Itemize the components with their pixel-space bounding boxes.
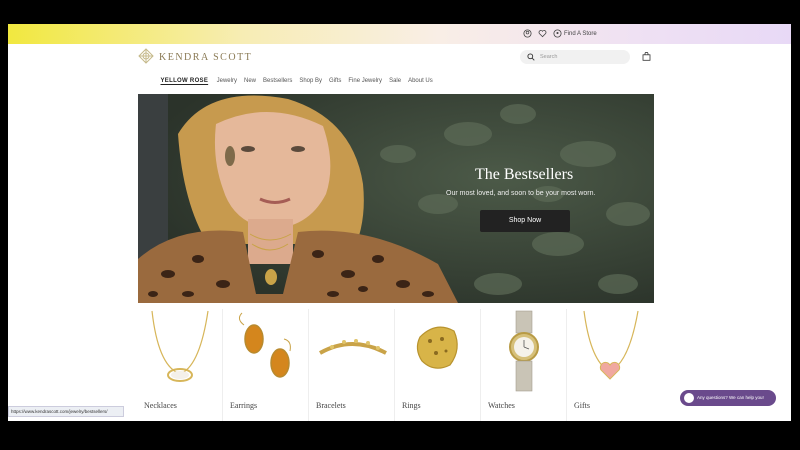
category-label: Rings <box>402 401 421 410</box>
category-label: Watches <box>488 401 515 410</box>
promo-top-bar: Find A Store <box>8 24 791 44</box>
location-pin-icon[interactable] <box>553 29 562 38</box>
category-label: Earrings <box>230 401 258 410</box>
ring-image <box>416 326 458 369</box>
main-nav: YELLOW ROSE Jewelry New Bestsellers Shop… <box>157 76 436 86</box>
browser-viewport: Find A Store KENDRA SCOTT Search YELLOW … <box>8 24 791 421</box>
shop-now-button[interactable]: Shop Now <box>480 210 570 232</box>
brand-logo-text[interactable]: KENDRA SCOTT <box>159 52 252 63</box>
chat-icon <box>684 393 694 403</box>
nav-item-gifts[interactable]: Gifts <box>326 76 345 86</box>
gift-necklace-image <box>583 310 639 380</box>
heart-icon[interactable] <box>538 29 547 38</box>
shopping-bag-icon[interactable] <box>642 52 651 61</box>
category-label: Gifts <box>574 401 590 410</box>
nav-item-yellow-rose[interactable]: YELLOW ROSE <box>157 76 213 86</box>
nav-item-shop-by[interactable]: Shop By <box>296 76 326 86</box>
nav-item-about-us[interactable]: About Us <box>405 76 437 86</box>
category-label: Bracelets <box>316 401 346 410</box>
search-input[interactable]: Search <box>520 50 630 64</box>
category-tile-gifts[interactable]: Gifts <box>568 309 652 421</box>
hero-image <box>138 94 654 303</box>
category-tiles: Necklaces Earrings Bracelets Rings Watch… <box>138 309 654 421</box>
category-tile-bracelets[interactable]: Bracelets <box>310 309 395 421</box>
hero-banner[interactable] <box>138 94 654 303</box>
necklace-image <box>151 310 209 382</box>
chat-widget-button[interactable]: Any questions? We can help you! <box>680 390 776 406</box>
nav-item-sale[interactable]: Sale <box>386 76 405 86</box>
nav-item-bestsellers[interactable]: Bestsellers <box>260 76 296 86</box>
search-icon <box>527 53 535 61</box>
hero-title: The Bestsellers <box>475 166 574 183</box>
kendra-scott-logo-icon[interactable] <box>138 48 154 64</box>
category-tile-rings[interactable]: Rings <box>396 309 481 421</box>
category-tile-earrings[interactable]: Earrings <box>224 309 309 421</box>
chat-widget-text: Any questions? We can help you! <box>697 395 764 400</box>
earrings-image <box>238 312 291 378</box>
nav-item-fine-jewelry[interactable]: Fine Jewelry <box>345 76 386 86</box>
watch-image <box>509 310 539 392</box>
nav-item-jewelry[interactable]: Jewelry <box>213 76 240 86</box>
category-tile-necklaces[interactable]: Necklaces <box>138 309 223 421</box>
bracelet-image <box>319 339 387 355</box>
find-store-link[interactable]: Find A Store <box>564 29 597 39</box>
account-icon[interactable] <box>523 29 532 38</box>
category-tile-watches[interactable]: Watches <box>482 309 567 421</box>
nav-item-new[interactable]: New <box>240 76 259 86</box>
hero-subtitle: Our most loved, and soon to be your most… <box>446 190 596 197</box>
category-label: Necklaces <box>144 401 177 410</box>
search-placeholder: Search <box>540 54 558 60</box>
site-header <box>8 44 791 74</box>
status-bar-url: https://www.kendrascott.com/jewelry/best… <box>8 406 124 417</box>
